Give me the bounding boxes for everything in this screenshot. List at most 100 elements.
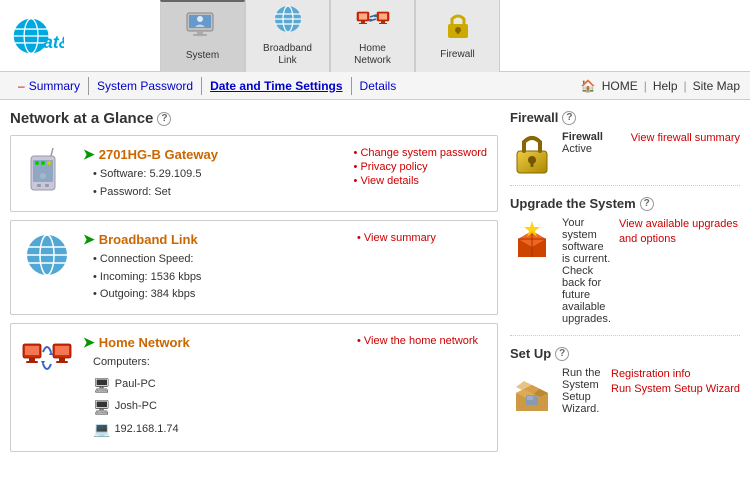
registration-info-link[interactable]: Registration info (611, 367, 740, 382)
setup-links: Registration info Run System Setup Wizar… (611, 367, 740, 398)
broadband-outgoing: Outgoing: 384 kbps (83, 286, 357, 304)
left-panel: Network at a Glance ? (10, 110, 498, 460)
firewall-icon (510, 131, 554, 175)
summary-bullet: – (18, 79, 25, 93)
att-logo-icon: at&t (12, 10, 64, 62)
change-password-link[interactable]: Change system password (354, 146, 487, 160)
gateway-title: ➤ 2701HG-B Gateway (83, 146, 354, 163)
upgrade-icon (510, 217, 554, 261)
gateway-status-arrow: ➤ (83, 146, 95, 163)
main-content: Network at a Glance ? (0, 100, 750, 470)
gateway-info: ➤ 2701HG-B Gateway Software: 5.29.109.5 … (83, 146, 354, 201)
right-panel: Firewall ? (510, 110, 740, 460)
broadband-speed-label: Connection Speed: (83, 251, 357, 269)
svg-text:at&t: at&t (43, 32, 64, 52)
home-network-links: View the home network (357, 334, 487, 348)
logo-area: at&t (0, 10, 160, 62)
home-network-status-arrow: ➤ (83, 334, 95, 351)
upgrade-description: Your system software is current. Check b… (562, 217, 611, 325)
home-network-icon (355, 4, 391, 41)
home-icon: 🏠 (581, 79, 596, 93)
laptop-icon: 💻 (93, 418, 110, 440)
help-icon[interactable]: ? (157, 112, 171, 126)
tab-broadband-label: BroadbandLink (263, 43, 312, 67)
privacy-policy-link[interactable]: Privacy policy (354, 160, 487, 174)
tab-broadband-link[interactable]: BroadbandLink (245, 0, 330, 72)
tab-system-label: System (186, 50, 219, 62)
system-tab-icon (185, 11, 221, 41)
tab-home-network-label: HomeNetwork (354, 43, 391, 67)
subnav-left: – Summary System Password Date and Time … (10, 77, 581, 95)
broadband-card: ➤ Broadband Link Connection Speed: Incom… (10, 220, 498, 315)
setup-title: Set Up ? (510, 346, 740, 361)
subnav-sitemap[interactable]: Site Map (693, 79, 740, 93)
home-network-device-icon (21, 334, 73, 386)
view-summary-link[interactable]: View summary (357, 231, 487, 245)
broadband-card-icon (21, 231, 73, 279)
setup-box-icon (510, 367, 554, 411)
header: at&t System (0, 0, 750, 72)
home-network-info: ➤ Home Network Computers: 🖥 Paul-PC 🖥 Jo… (83, 334, 357, 441)
upgrade-title: Upgrade the System ? (510, 196, 740, 211)
firewall-links: View firewall summary (631, 131, 740, 146)
gateway-device-icon (23, 146, 71, 198)
subnav-date-time[interactable]: Date and Time Settings (202, 77, 351, 95)
desktop-icon-paul: 🖥 (93, 374, 111, 396)
view-firewall-summary-link[interactable]: View firewall summary (631, 131, 740, 146)
firewall-section: Firewall ? (510, 110, 740, 186)
view-details-link[interactable]: View details (354, 174, 487, 188)
home-network-title: ➤ Home Network (83, 334, 357, 351)
broadband-details: Connection Speed: Incoming: 1536 kbps Ou… (83, 251, 357, 304)
home-network-details: Computers: 🖥 Paul-PC 🖥 Josh-PC 💻 192.168… (83, 354, 357, 441)
firewall-tab-svg (440, 10, 476, 40)
broadband-status-arrow: ➤ (83, 231, 95, 248)
tab-home-network[interactable]: HomeNetwork (330, 0, 415, 72)
firewall-content: Firewall Active View firewall summary (510, 131, 740, 175)
firewall-status-area: Firewall Active (562, 131, 623, 155)
setup-description: Run the System Setup Wizard. (562, 367, 603, 415)
gateway-links: Change system password Privacy policy Vi… (354, 146, 487, 188)
subnav-home[interactable]: HOME (602, 79, 638, 93)
setup-icon (510, 367, 554, 411)
computer-ip: 💻 192.168.1.74 (93, 418, 357, 440)
view-upgrades-link[interactable]: View available upgrades and options (619, 217, 740, 248)
gateway-software: Software: 5.29.109.5 (83, 166, 354, 184)
tab-system[interactable]: System (160, 0, 245, 72)
tab-firewall[interactable]: Firewall (415, 0, 500, 72)
gateway-details: Software: 5.29.109.5 Password: Set (83, 166, 354, 201)
upgrade-box-icon (510, 217, 554, 261)
broadband-device-icon (23, 231, 71, 279)
firewall-padlock-icon (511, 131, 553, 175)
subnav-help[interactable]: Help (653, 79, 678, 93)
subnav-details[interactable]: Details (352, 77, 405, 95)
setup-section: Set Up ? (510, 346, 740, 425)
upgrade-links: View available upgrades and options (619, 217, 740, 248)
panel-title: Network at a Glance ? (10, 110, 498, 127)
system-icon (185, 11, 221, 48)
setup-content: Run the System Setup Wizard. Registratio… (510, 367, 740, 415)
firewall-help-icon[interactable]: ? (562, 111, 576, 125)
subnav-summary[interactable]: – Summary (10, 77, 89, 95)
view-home-network-link[interactable]: View the home network (357, 334, 487, 348)
upgrade-help-icon[interactable]: ? (640, 197, 654, 211)
broadband-incoming: Incoming: 1536 kbps (83, 269, 357, 287)
broadband-icon (270, 4, 306, 41)
subnav-system-password[interactable]: System Password (89, 77, 202, 95)
broadband-links: View summary (357, 231, 487, 245)
upgrade-section: Upgrade the System ? Your system softwa (510, 196, 740, 336)
broadband-title: ➤ Broadband Link (83, 231, 357, 248)
upgrade-content: Your system software is current. Check b… (510, 217, 740, 325)
tab-firewall-label: Firewall (440, 49, 474, 61)
run-setup-wizard-link[interactable]: Run System Setup Wizard (611, 382, 740, 397)
gateway-password: Password: Set (83, 184, 354, 202)
computer-paul: 🖥 Paul-PC (93, 374, 357, 396)
firewall-title: Firewall ? (510, 110, 740, 125)
home-network-card-icon (21, 334, 73, 386)
computer-josh: 🖥 Josh-PC (93, 396, 357, 418)
subnav-right: 🏠 HOME | Help | Site Map (581, 79, 740, 93)
firewall-tab-icon (440, 10, 476, 47)
firewall-status-label: Firewall Active (562, 131, 623, 155)
nav-tabs: System BroadbandLink (160, 0, 500, 72)
home-network-card: ➤ Home Network Computers: 🖥 Paul-PC 🖥 Jo… (10, 323, 498, 452)
setup-help-icon[interactable]: ? (555, 347, 569, 361)
